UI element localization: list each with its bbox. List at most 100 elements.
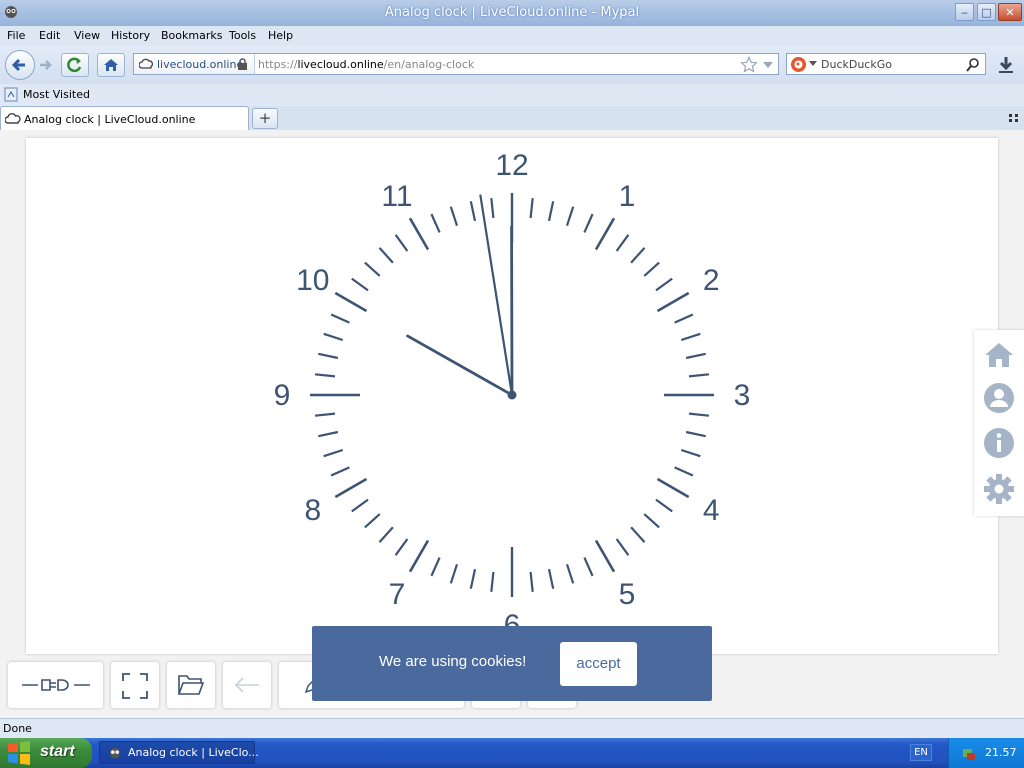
menu-history[interactable]: History [111,29,150,42]
hour-hand [406,334,514,397]
clock-tick-mark [364,261,381,277]
clock-tick-mark [490,571,495,593]
clock-tick-mark [547,568,555,589]
tab-label: Analog clock | LiveCloud.online [24,113,196,126]
close-button[interactable]: ✕ [998,3,1022,21]
status-bar: Done [0,718,1024,739]
clock-center-pin [507,390,517,400]
url-dropdown-icon[interactable] [762,60,774,70]
user-icon[interactable] [982,381,1016,415]
clock-number-12: 12 [495,149,528,182]
reload-button[interactable] [61,53,89,77]
title-bar[interactable]: Analog clock | LiveCloud.online - Mypal … [0,0,1024,26]
accept-cookies-button[interactable]: accept [560,642,637,686]
clock-number-3: 3 [734,379,751,412]
clock-tick-mark [529,197,534,219]
info-icon[interactable] [982,426,1016,460]
bookmarks-toolbar: Most Visited [0,84,1024,106]
plug-icon [22,679,90,691]
system-tray: 21.57 [948,738,1024,768]
clock-tick-mark [547,201,555,222]
duckduckgo-icon[interactable] [790,56,807,73]
open-folder-button[interactable] [167,662,215,708]
menu-bookmarks[interactable]: Bookmarks [161,29,222,42]
menu-help[interactable]: Help [268,29,293,42]
site-identity-label: livecloud.online [157,58,244,71]
clock-tick-mark [449,563,459,584]
menu-file[interactable]: File [7,29,25,42]
clock-tick-mark [680,448,701,458]
download-arrow-icon [999,57,1013,73]
cloud-icon [139,58,153,69]
status-text: Done [3,722,32,735]
clock-tick-mark [314,412,336,417]
forward-button[interactable] [36,55,56,75]
menu-tools[interactable]: Tools [229,29,256,42]
clock-tick-mark [364,513,381,529]
new-tab-button[interactable]: + [252,108,278,129]
page-content: 121234567891011 We are using cookies! [0,130,1024,718]
taskbar-window-button[interactable]: Analog clock | LiveClo... [99,741,259,764]
forward-arrow-icon [40,60,52,70]
clock-tick-mark [430,213,441,233]
maximize-button[interactable]: □ [977,3,996,21]
clock-number-9: 9 [274,379,291,412]
clock-tick-mark [643,261,660,277]
folder-icon [178,675,204,695]
clock-time: 21.57 [985,746,1017,759]
clock-tick-mark [378,526,394,543]
most-visited-bookmark[interactable]: Most Visited [23,88,90,101]
lock-icon [238,58,247,70]
search-engine-dropdown-icon[interactable] [809,61,817,67]
clock-tick-mark [323,332,344,342]
clock-tick-mark [408,217,430,251]
clock-tick-mark [615,538,630,556]
start-button[interactable]: start [0,738,92,768]
clock-tick-mark [330,313,350,324]
connect-button[interactable] [8,662,103,708]
gear-icon[interactable] [982,472,1016,506]
cookie-banner: We are using cookies! accept [312,626,712,701]
clock-number-4: 4 [703,494,720,527]
search-icon[interactable] [965,57,981,73]
clock-tick-mark [630,526,646,543]
network-tray-icon[interactable] [961,745,977,761]
clock-tick-mark [378,247,394,264]
back-arrow-icon [11,58,25,72]
fullscreen-icon [122,673,148,699]
bookmark-star-icon[interactable] [740,56,758,74]
second-hand [479,194,514,397]
taskbar-window-label: Analog clock | LiveClo... [128,746,259,759]
menu-view[interactable]: View [74,29,100,42]
home-button[interactable] [97,53,125,77]
windows-logo-icon [8,741,30,765]
site-identity-button[interactable]: livecloud.online [134,54,255,74]
back-button[interactable] [5,50,35,80]
tab-analog-clock[interactable]: Analog clock | LiveCloud.online [0,106,249,130]
cookie-message: We are using cookies! [379,653,527,670]
clock-tick-mark [394,234,409,252]
clock-tick-mark [490,197,495,219]
url-text[interactable]: https://livecloud.online/en/analog-clock [258,58,474,71]
menu-edit[interactable]: Edit [39,29,60,42]
search-bar[interactable]: DuckDuckGo [786,53,986,75]
clock-tick-mark [318,430,339,438]
clock-tick-mark [351,277,369,292]
clock-tick-mark [680,332,701,342]
tab-strip: Analog clock | LiveCloud.online + [0,106,1024,130]
clock-tick-mark [656,291,690,313]
clock-tick-mark [314,373,336,378]
clock-number-10: 10 [296,264,329,297]
undo-button[interactable] [223,662,271,708]
fullscreen-button[interactable] [111,662,159,708]
minimize-button[interactable]: ‒ [955,3,974,21]
clock-tick-mark [674,313,694,324]
downloads-button[interactable] [991,53,1021,77]
url-bar[interactable]: livecloud.online https://livecloud.onlin… [133,53,779,75]
most-visited-icon [4,87,18,102]
clock-tick-mark [334,291,368,313]
language-indicator[interactable]: EN [910,744,932,761]
tab-list-icon[interactable] [1009,114,1019,122]
taskbar: start Analog clock | LiveClo... EN 21.57 [0,738,1024,768]
home-icon[interactable] [982,338,1016,372]
